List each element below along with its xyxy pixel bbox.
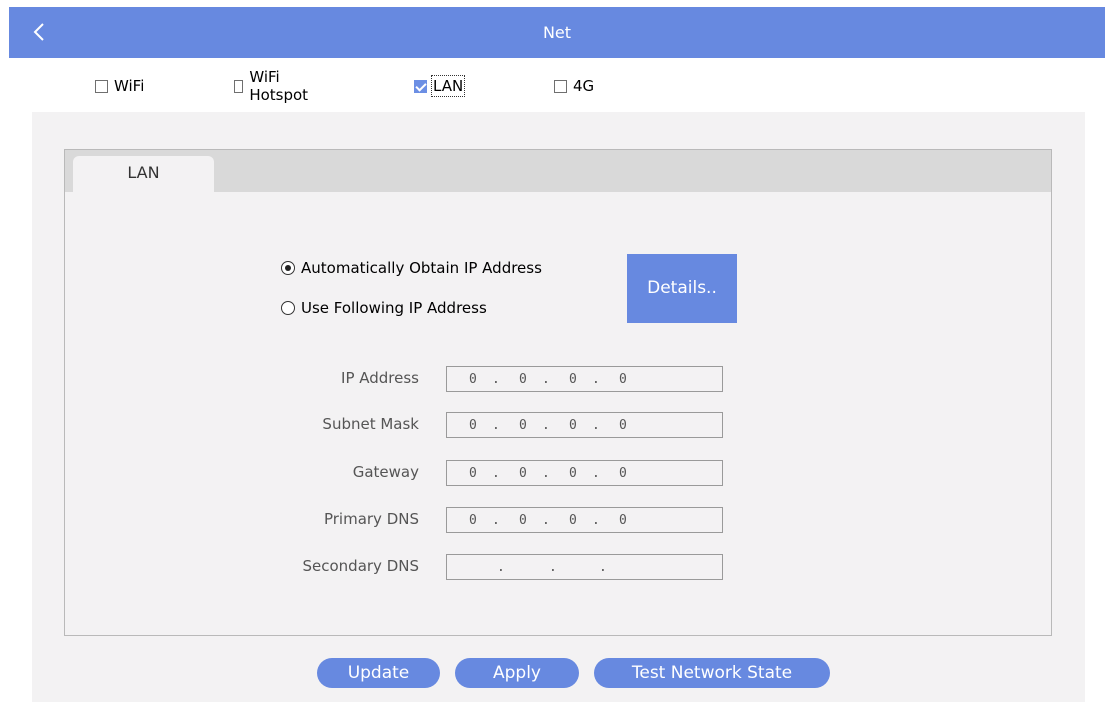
radio-circle[interactable]: [281, 261, 295, 275]
checkbox-label: WiFi: [114, 77, 145, 95]
checkbox-wifi-hotspot[interactable]: WiFi Hotspot: [234, 68, 312, 104]
checkbox-4g[interactable]: 4G: [554, 74, 594, 98]
gateway-label: Gateway: [352, 463, 419, 481]
octet: 0: [619, 418, 627, 433]
octet: 0: [569, 418, 577, 433]
octet: 0: [619, 466, 627, 481]
separator: .: [542, 372, 550, 387]
radio-circle[interactable]: [281, 301, 295, 315]
separator: .: [592, 513, 600, 528]
separator: .: [592, 466, 600, 481]
octet: 0: [469, 466, 477, 481]
octet: 0: [519, 466, 527, 481]
update-button[interactable]: Update: [317, 658, 440, 688]
checkbox-box[interactable]: [554, 79, 567, 93]
checkbox-box[interactable]: [95, 79, 108, 93]
subnet-mask-label: Subnet Mask: [322, 415, 419, 433]
separator: .: [492, 418, 500, 433]
octet: 0: [519, 513, 527, 528]
apply-button[interactable]: Apply: [455, 658, 579, 688]
separator: .: [492, 372, 500, 387]
separator: .: [592, 418, 600, 433]
test-network-state-button[interactable]: Test Network State: [594, 658, 830, 688]
octet: 0: [619, 513, 627, 528]
secondary-dns-label: Secondary DNS: [302, 557, 420, 575]
separator: .: [492, 513, 500, 528]
gateway-input[interactable]: 0 . 0 . 0 . 0: [446, 460, 723, 486]
ip-address-input[interactable]: 0 . 0 . 0 . 0: [446, 366, 723, 392]
separator: .: [542, 513, 550, 528]
checkbox-label: LAN: [430, 75, 466, 97]
octet: 0: [619, 372, 627, 387]
octet: 0: [469, 418, 477, 433]
checkbox-label: WiFi Hotspot: [249, 68, 309, 104]
checkbox-lan[interactable]: LAN: [414, 74, 466, 98]
title-bar: Net: [9, 7, 1105, 58]
separator: .: [542, 418, 550, 433]
secondary-dns-input[interactable]: . . .: [446, 554, 723, 580]
subnet-mask-input[interactable]: 0 . 0 . 0 . 0: [446, 412, 723, 438]
radio-manual-ip[interactable]: Use Following IP Address: [281, 299, 487, 317]
separator: .: [599, 560, 607, 575]
checkbox-wifi[interactable]: WiFi: [95, 74, 144, 98]
separator: .: [542, 466, 550, 481]
octet: 0: [569, 466, 577, 481]
checkbox-label: 4G: [573, 77, 595, 95]
octet: 0: [469, 513, 477, 528]
separator: .: [492, 466, 500, 481]
octet: 0: [569, 372, 577, 387]
page-title: Net: [542, 23, 572, 42]
octet: 0: [519, 418, 527, 433]
octet: 0: [519, 372, 527, 387]
octet: 0: [569, 513, 577, 528]
radio-auto-ip[interactable]: Automatically Obtain IP Address: [281, 259, 542, 277]
separator: .: [549, 560, 557, 575]
ip-address-label: IP Address: [341, 369, 419, 387]
details-button[interactable]: Details..: [627, 254, 737, 323]
radio-label: Automatically Obtain IP Address: [301, 259, 542, 277]
checkbox-box[interactable]: [414, 79, 427, 93]
tab-strip: LAN: [65, 150, 1051, 193]
separator: .: [497, 560, 505, 575]
octet: 0: [469, 372, 477, 387]
separator: .: [592, 372, 600, 387]
tab-lan[interactable]: LAN: [73, 156, 214, 193]
radio-label: Use Following IP Address: [301, 299, 487, 317]
checkbox-box[interactable]: [234, 79, 244, 93]
primary-dns-input[interactable]: 0 . 0 . 0 . 0: [446, 507, 723, 533]
primary-dns-label: Primary DNS: [323, 510, 419, 528]
